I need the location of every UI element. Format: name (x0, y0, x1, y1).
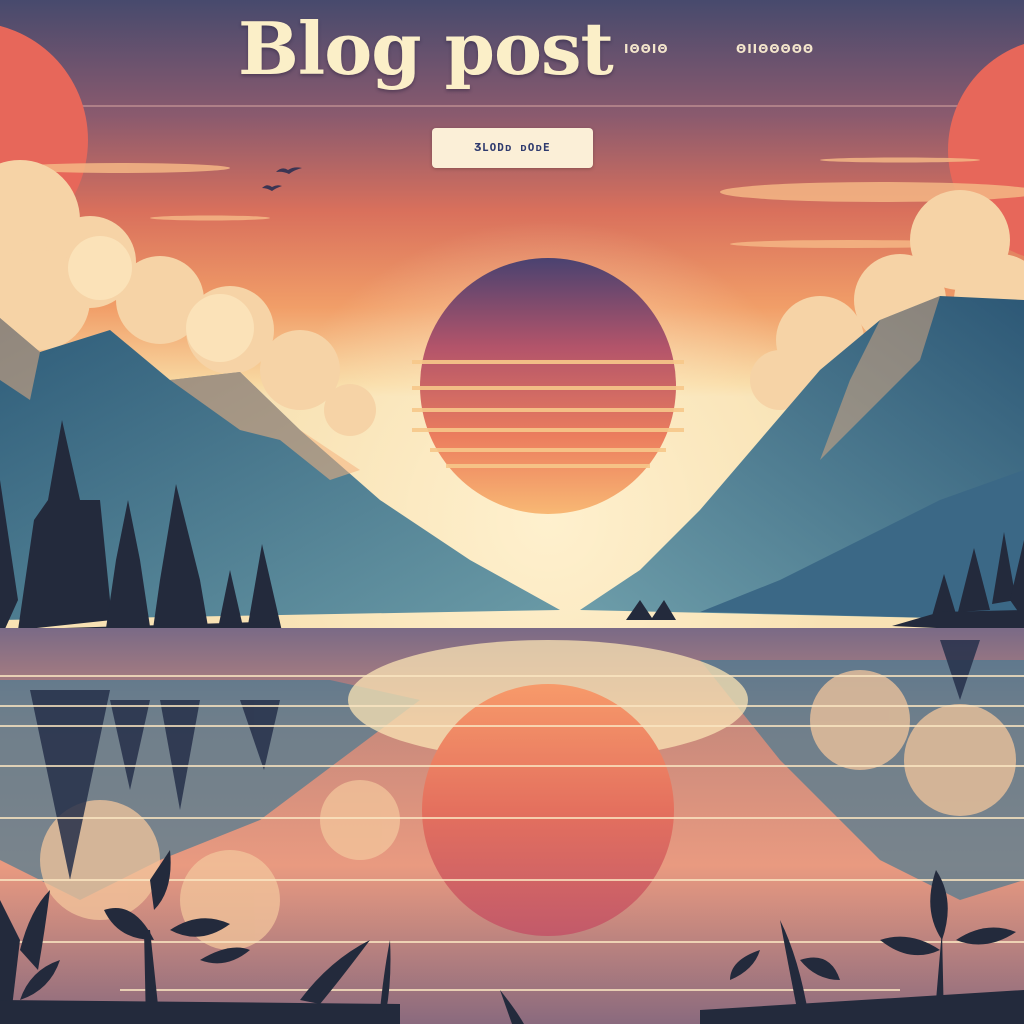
nav-link-1[interactable]: ΙΘΘΙΘ (624, 42, 669, 56)
sun-reflection (422, 684, 674, 936)
page-title: Blog post (238, 6, 614, 91)
hero-cta-button[interactable]: ƷLODᴅ ᴅOᴅE (432, 128, 593, 168)
nav-link-2[interactable]: ΘΙΙΘΘΘΘΘ (736, 42, 814, 56)
blog-hero-page: Blog post ΙΘΘΙΘ ΘΙΙΘΘΘΘΘ ƷLODᴅ ᴅOᴅE (0, 0, 1024, 1024)
